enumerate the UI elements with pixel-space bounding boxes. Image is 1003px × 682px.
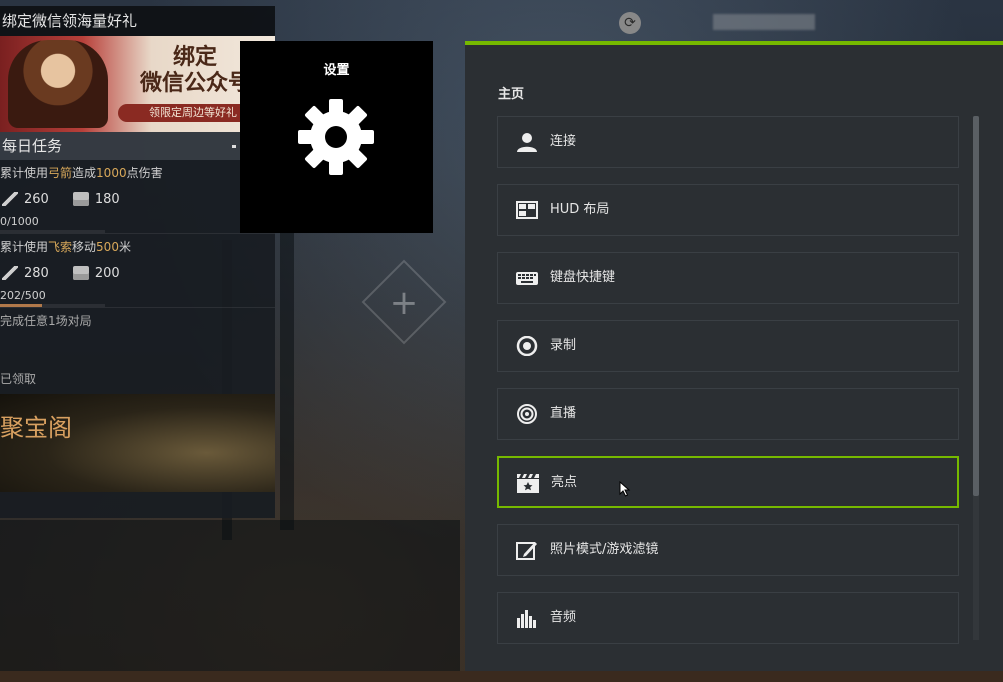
task-item: 完成任意1场对局 xyxy=(0,308,275,332)
menu-item-keyboard-shortcuts[interactable]: 键盘快捷键 xyxy=(497,252,959,304)
task-text: 场对局 xyxy=(55,314,92,328)
task-text: 累计使用 xyxy=(0,240,49,254)
collapse-dot-icon[interactable] xyxy=(232,145,236,148)
task-highlight: 500 xyxy=(96,240,119,254)
section-title-home: 主页 xyxy=(498,87,525,102)
refresh-icon[interactable]: ⟳ xyxy=(619,12,641,34)
menu-item-photo-mode-filters[interactable]: 照片模式/游戏滤镜 xyxy=(497,524,959,576)
treasure-pavilion-banner[interactable]: 聚宝阁 xyxy=(0,394,275,492)
gift-icon xyxy=(72,192,89,206)
settings-panel: 主页 连接 HUD 布局 键盘快捷键 录制 直播 亮点 照片模式/游戏滤镜 音频 xyxy=(465,41,1003,671)
menu-item-record[interactable]: 录制 xyxy=(497,320,959,372)
settings-tile-label: 设置 xyxy=(323,63,350,78)
reward-amount: 260 xyxy=(24,191,49,207)
menu-item-label: 连接 xyxy=(550,134,577,149)
menu-item-label: 亮点 xyxy=(551,475,578,490)
menu-item-highlights[interactable]: 亮点 xyxy=(497,456,959,508)
task-progress-bar xyxy=(0,304,105,307)
wechat-banner[interactable]: 绑定 微信公众号 领限定周边等好礼 xyxy=(0,36,275,132)
task-item: 累计使用弓箭造成1000点伤害 260 180 0/1000 xyxy=(0,160,275,234)
treasure-title: 聚宝阁 xyxy=(0,414,72,442)
task-progress-text: 0/1000 xyxy=(0,215,39,228)
task-highlight: 弓箭 xyxy=(48,166,73,180)
menu-item-hud-layout[interactable]: HUD 布局 xyxy=(497,184,959,236)
task-rewards: 260 180 xyxy=(0,184,275,214)
menu-item-label: 录制 xyxy=(550,338,577,353)
reward-amount: 200 xyxy=(94,265,120,281)
task-description: 累计使用飞索移动500米 xyxy=(0,238,275,258)
task-text: 1 xyxy=(48,314,56,328)
banner-character-portrait xyxy=(8,40,108,128)
task-text: 点伤害 xyxy=(126,166,163,180)
menu-item-audio[interactable]: 音频 xyxy=(497,592,959,644)
mouse-cursor-icon xyxy=(619,481,631,497)
task-progress-bar xyxy=(0,230,105,233)
task-text: 累计使用 xyxy=(0,166,49,180)
game-task-panel: 绑定微信领海量好礼 绑定 微信公众号 领限定周边等好礼 每日任务 累计使用弓箭造… xyxy=(0,6,275,518)
keyboard-icon xyxy=(516,272,538,285)
daily-tasks-title: 每日任务 xyxy=(2,137,63,155)
record-icon xyxy=(516,336,538,356)
reward-amount: 180 xyxy=(94,191,120,207)
task-text: 移动 xyxy=(72,240,97,254)
gift-icon xyxy=(72,266,89,280)
task-highlight: 1000 xyxy=(96,166,127,180)
task-description: 完成任意1场对局 xyxy=(0,312,275,332)
task-text: 米 xyxy=(118,240,131,254)
menu-item-label: HUD 布局 xyxy=(550,202,610,217)
user-icon xyxy=(517,133,537,152)
task-progress-text: 202/500 xyxy=(0,289,46,302)
progress-fill xyxy=(0,304,43,307)
menu-item-label: 照片模式/游戏滤镜 xyxy=(550,542,659,557)
task-item: 累计使用飞索移动500米 280 200 202/500 xyxy=(0,234,275,308)
menu-item-label: 音频 xyxy=(550,610,577,625)
task-text: 造成 xyxy=(72,166,97,180)
menu-item-broadcast[interactable]: 直播 xyxy=(497,388,959,440)
menu-item-label: 键盘快捷键 xyxy=(550,270,616,285)
ship-silhouette xyxy=(0,520,460,671)
gear-icon xyxy=(298,99,374,175)
plus-icon: + xyxy=(389,283,419,323)
scrollbar-thumb[interactable] xyxy=(973,116,979,496)
task-rewards: 280 200 xyxy=(0,258,275,288)
reward-amount: 280 xyxy=(24,265,49,281)
bind-wechat-header[interactable]: 绑定微信领海量好礼 xyxy=(0,6,275,36)
settings-tile[interactable]: 设置 xyxy=(240,41,433,233)
menu-item-connect[interactable]: 连接 xyxy=(497,116,959,168)
sword-icon xyxy=(2,192,18,206)
bottom-game-strip xyxy=(0,671,1003,682)
menu-item-label: 直播 xyxy=(550,406,577,421)
sword-icon xyxy=(2,266,18,280)
daily-tasks-header: 每日任务 xyxy=(0,132,275,160)
ship-mast xyxy=(280,230,294,530)
task-highlight: 飞索 xyxy=(48,240,73,254)
task-description: 累计使用弓箭造成1000点伤害 xyxy=(0,164,275,184)
task-text: 完成任意 xyxy=(0,314,49,328)
claimed-status: 已领取 xyxy=(0,372,37,386)
audio-icon xyxy=(517,610,536,628)
broadcast-icon xyxy=(517,404,537,424)
layout-icon xyxy=(516,201,538,219)
clapper-icon xyxy=(517,474,539,493)
photo-edit-icon xyxy=(516,542,537,560)
blurred-username xyxy=(713,14,815,30)
